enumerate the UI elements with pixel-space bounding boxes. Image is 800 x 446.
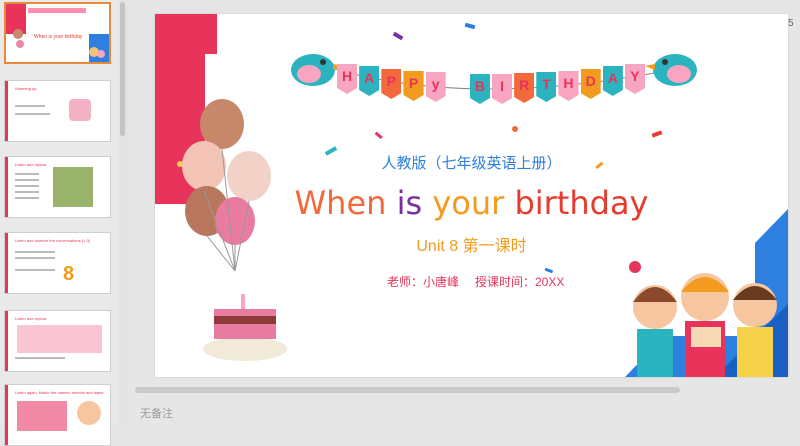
- notes-placeholder[interactable]: 无备注: [140, 405, 173, 421]
- banner-flag: T: [536, 72, 557, 102]
- banner-flag: B: [469, 74, 490, 104]
- slide-thumbnail-6[interactable]: Listen again. Match the names, months an…: [4, 384, 111, 446]
- banner-letter: D: [585, 73, 596, 89]
- banner-letter: B: [474, 78, 485, 94]
- thumbnail-2-title: Warming up: [15, 86, 37, 91]
- thumbnail-4-title: Listen and number the conversations (1-3…: [15, 238, 91, 243]
- slide-thumbnail-5[interactable]: Listen and repeat: [4, 310, 111, 372]
- banner-flag: H: [337, 64, 358, 94]
- banner-letter: A: [364, 70, 375, 86]
- slide-main-title: When is your birthday: [155, 184, 788, 222]
- thumbnail-accent-bar: [5, 311, 8, 371]
- banner-flag: I: [492, 74, 513, 104]
- title-word-is: is: [396, 184, 423, 222]
- unit-label: Unit 8 第一课时: [416, 238, 527, 255]
- banner-letter: Y: [630, 68, 640, 84]
- slide-thumbnail-3[interactable]: Listen and repeat: [4, 156, 111, 218]
- thumbnail-text-line: [15, 197, 39, 199]
- banner-flag: R: [514, 73, 535, 103]
- thumbnail-text-line: [15, 191, 39, 193]
- corner-label: 5: [788, 18, 794, 29]
- kids-image: [77, 401, 101, 425]
- table-image: [17, 325, 102, 353]
- thumbnail-1-title: When is your birthday: [34, 34, 83, 40]
- bird-left-icon: [291, 54, 343, 86]
- cake-image: [69, 99, 91, 121]
- big-number-8: 8: [63, 263, 75, 285]
- banner-flag: A: [602, 66, 623, 96]
- teacher-label: 老师：小唐峰: [387, 275, 460, 289]
- thumbnail-text-line: [15, 179, 39, 181]
- banner-letter: H: [342, 68, 353, 84]
- bird-right-icon: [645, 54, 697, 86]
- thumbnail-text-line: [15, 105, 45, 107]
- thumbnail-text-line: [15, 113, 50, 115]
- thumbnail-text-line: [15, 269, 55, 271]
- banner-letter: I: [500, 78, 505, 94]
- banner-letter: P: [408, 75, 419, 91]
- thumbnail-text-line: [15, 185, 39, 187]
- slide-thumbnail-2[interactable]: Warming up: [4, 80, 111, 142]
- thumbnail-3-title: Listen and repeat: [15, 162, 46, 167]
- thumbnail-1-preview: [6, 4, 109, 62]
- current-slide[interactable]: HAPPyBIRTHDAY 人教版（七年级英语上册） When is your …: [155, 14, 788, 377]
- slide-thumbnail-panel: When is your birthday Warming up Listen …: [0, 0, 118, 446]
- thumbnail-text-line: [15, 173, 39, 175]
- thumbnail-text-line: [15, 357, 65, 359]
- thumbnail-scrollbar-thumb[interactable]: [120, 2, 125, 136]
- banner-flag: D: [580, 69, 601, 99]
- banner-letter: R: [519, 77, 530, 93]
- lesson-time-label: 授课时间：20XX: [475, 275, 565, 289]
- thumbnail-text-line: [15, 257, 55, 259]
- thumbnail-accent-bar: [5, 385, 8, 445]
- banner-flag: [448, 73, 468, 103]
- banner-letter: T: [542, 76, 551, 92]
- thumbnail-accent-bar: [5, 233, 8, 293]
- banner-flag: H: [558, 71, 579, 101]
- happy-birthday-banner: HAPPyBIRTHDAY: [337, 64, 647, 106]
- banner-letter: A: [607, 70, 618, 86]
- thumbnail-accent-bar: [5, 81, 8, 141]
- banner-flag: P: [403, 71, 424, 101]
- banner-flag: y: [425, 72, 446, 102]
- slide-thumbnail-1[interactable]: When is your birthday: [4, 2, 111, 64]
- thumbnail-5-title: Listen and repeat: [15, 316, 46, 321]
- table-image: [17, 401, 67, 431]
- banner-letter: P: [386, 73, 397, 89]
- title-word-your: your: [432, 184, 505, 222]
- title-word-birthday: birthday: [514, 184, 649, 222]
- title-word-when: When: [294, 184, 387, 222]
- banner-letter: y: [431, 76, 440, 92]
- banner-letter: H: [563, 75, 574, 91]
- subtitle-textbook: 人教版（七年级英语上册）: [381, 155, 562, 172]
- thumbnail-text-line: [15, 251, 55, 253]
- kids-celebrating-icon: [629, 261, 777, 377]
- banner-flag: A: [359, 66, 380, 96]
- banner-flag: P: [381, 69, 402, 99]
- calendar-image: [53, 167, 93, 207]
- slide-thumbnail-4[interactable]: Listen and number the conversations (1-3…: [4, 232, 111, 294]
- thumbnail-6-title: Listen again. Match the names, months an…: [15, 390, 105, 395]
- horizontal-scrollbar[interactable]: [135, 387, 680, 393]
- thumbnail-accent-bar: [5, 157, 8, 217]
- banner-flag: Y: [624, 64, 645, 94]
- cake-icon: [203, 294, 287, 361]
